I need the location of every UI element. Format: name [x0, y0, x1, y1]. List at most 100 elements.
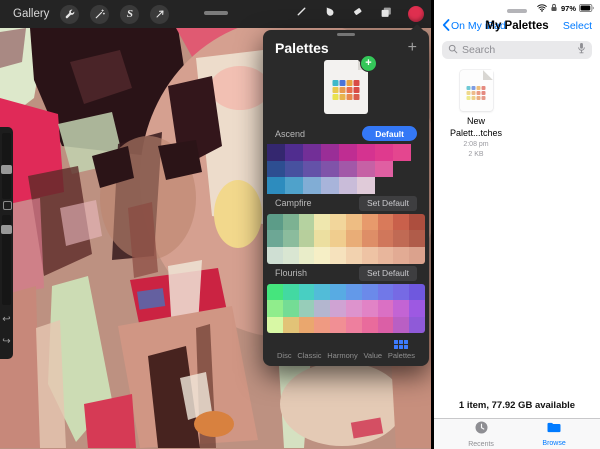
color-swatch[interactable]	[339, 144, 357, 161]
tab-browse[interactable]: Browse	[542, 421, 565, 447]
palette-swatches[interactable]	[267, 144, 411, 194]
color-swatch[interactable]	[346, 214, 362, 231]
color-swatch[interactable]	[362, 317, 378, 334]
color-swatch[interactable]	[267, 300, 283, 317]
color-swatch[interactable]	[267, 230, 283, 247]
color-swatch[interactable]	[357, 177, 375, 194]
color-swatch[interactable]	[267, 177, 285, 194]
color-swatch[interactable]	[393, 247, 409, 264]
eraser-icon[interactable]	[351, 5, 364, 23]
active-color-button[interactable]	[408, 6, 424, 22]
transform-button[interactable]	[150, 5, 169, 24]
color-swatch[interactable]	[339, 177, 357, 194]
color-swatch[interactable]	[375, 161, 393, 178]
color-swatch[interactable]	[346, 284, 362, 301]
color-swatch[interactable]	[267, 247, 283, 264]
microphone-icon[interactable]	[577, 41, 586, 59]
smudge-icon[interactable]	[323, 5, 336, 23]
color-swatch[interactable]	[285, 177, 303, 194]
adjustments-button[interactable]	[90, 5, 109, 24]
color-swatch[interactable]	[362, 247, 378, 264]
color-swatch[interactable]	[409, 230, 425, 247]
palette-swatches[interactable]	[267, 214, 425, 264]
color-swatch[interactable]	[362, 284, 378, 301]
color-swatch[interactable]	[283, 214, 299, 231]
color-swatch[interactable]	[357, 161, 375, 178]
color-swatch[interactable]	[314, 300, 330, 317]
color-swatch[interactable]	[346, 230, 362, 247]
tab-value[interactable]: Value	[363, 351, 382, 360]
color-swatch[interactable]	[378, 247, 394, 264]
color-swatch[interactable]	[299, 284, 315, 301]
color-swatch[interactable]	[283, 230, 299, 247]
color-swatch[interactable]	[314, 247, 330, 264]
splitview-drag-handle-right[interactable]	[507, 9, 527, 13]
color-swatch[interactable]	[346, 247, 362, 264]
color-swatch[interactable]	[378, 284, 394, 301]
color-swatch[interactable]	[378, 230, 394, 247]
gallery-button[interactable]: Gallery	[13, 8, 49, 20]
color-swatch[interactable]	[393, 317, 409, 334]
layers-icon[interactable]	[379, 5, 393, 24]
brush-icon[interactable]	[295, 5, 308, 23]
select-button[interactable]: Select	[563, 20, 592, 32]
color-swatch[interactable]	[303, 177, 321, 194]
color-swatch[interactable]	[303, 161, 321, 178]
color-swatch[interactable]	[283, 247, 299, 264]
set-default-button[interactable]: Set Default	[359, 266, 417, 281]
color-swatch[interactable]	[393, 214, 409, 231]
search-input[interactable]: Search	[442, 41, 592, 59]
color-swatch[interactable]	[362, 214, 378, 231]
panel-drag-handle[interactable]	[337, 33, 355, 36]
tab-classic[interactable]: Classic	[297, 351, 321, 360]
color-swatch[interactable]	[267, 144, 285, 161]
selection-button[interactable]: S	[120, 5, 139, 24]
color-swatch[interactable]	[362, 300, 378, 317]
color-swatch[interactable]	[393, 230, 409, 247]
color-swatch[interactable]	[314, 284, 330, 301]
color-swatch[interactable]	[393, 284, 409, 301]
modify-button[interactable]	[3, 201, 12, 210]
color-swatch[interactable]	[330, 284, 346, 301]
color-swatch[interactable]	[283, 317, 299, 334]
color-swatch[interactable]	[267, 214, 283, 231]
color-swatch[interactable]	[267, 161, 285, 178]
color-swatch[interactable]	[409, 247, 425, 264]
brush-size-handle[interactable]	[1, 165, 12, 174]
default-button[interactable]: Default	[362, 126, 417, 141]
color-swatch[interactable]	[285, 161, 303, 178]
color-swatch[interactable]	[314, 317, 330, 334]
color-swatch[interactable]	[299, 300, 315, 317]
palette-swatches[interactable]	[267, 284, 425, 334]
color-swatch[interactable]	[299, 317, 315, 334]
undo-icon[interactable]: ↩	[0, 315, 13, 325]
redo-icon[interactable]: ↪	[0, 337, 13, 347]
color-swatch[interactable]	[330, 300, 346, 317]
color-swatch[interactable]	[409, 214, 425, 231]
actions-button[interactable]	[60, 5, 79, 24]
color-swatch[interactable]	[378, 317, 394, 334]
color-swatch[interactable]	[330, 247, 346, 264]
color-swatch[interactable]	[285, 144, 303, 161]
color-swatch[interactable]	[330, 317, 346, 334]
file-item[interactable]: New Palett...tches 2:08 pm 2 KB	[444, 70, 508, 159]
color-swatch[interactable]	[393, 300, 409, 317]
color-swatch[interactable]	[283, 300, 299, 317]
opacity-handle[interactable]	[1, 225, 12, 234]
color-swatch[interactable]	[330, 214, 346, 231]
color-swatch[interactable]	[330, 230, 346, 247]
tab-recents[interactable]: Recents	[468, 420, 494, 448]
color-swatch[interactable]	[299, 247, 315, 264]
color-swatch[interactable]	[267, 317, 283, 334]
color-swatch[interactable]	[299, 214, 315, 231]
color-swatch[interactable]	[321, 144, 339, 161]
color-swatch[interactable]	[303, 144, 321, 161]
color-swatch[interactable]	[321, 177, 339, 194]
color-swatch[interactable]	[409, 284, 425, 301]
tab-harmony[interactable]: Harmony	[327, 351, 357, 360]
color-swatch[interactable]	[283, 284, 299, 301]
tab-palettes[interactable]: Palettes	[388, 340, 415, 360]
color-swatch[interactable]	[314, 230, 330, 247]
color-swatch[interactable]	[267, 284, 283, 301]
palette-file-drag-preview[interactable]: +	[263, 60, 429, 124]
